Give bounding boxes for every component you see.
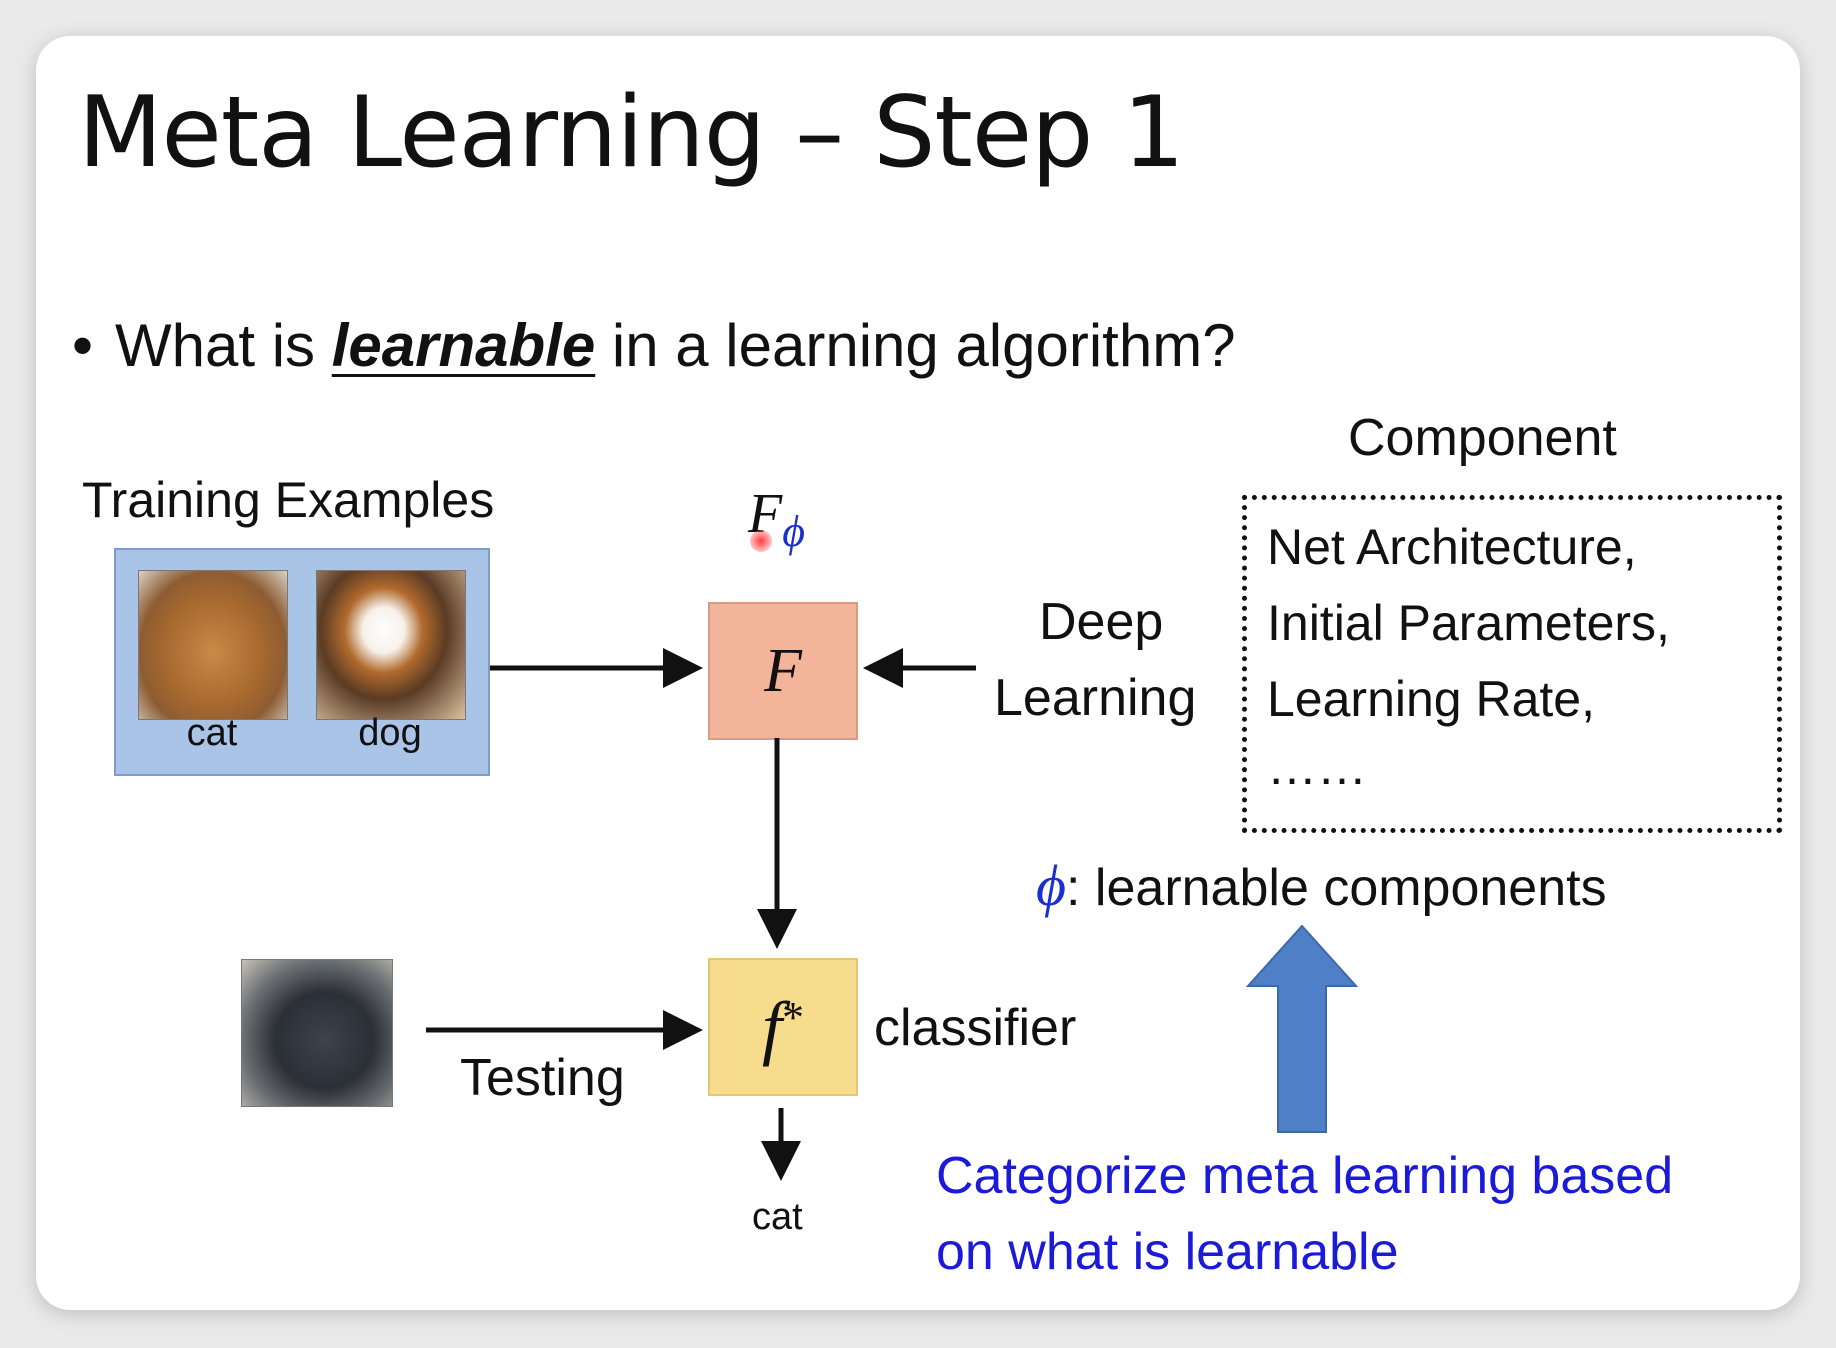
slide: Meta Learning – Step 1 • What is learnabl… <box>36 36 1800 1310</box>
slide-title: Meta Learning – Step 1 <box>78 76 1185 190</box>
dog-photo <box>316 570 466 720</box>
bullet-emphasis: learnable <box>331 312 596 379</box>
phi-note: ϕ: learnable components <box>1036 852 1607 919</box>
classifier-box: f * <box>708 958 858 1096</box>
component-item: …… <box>1267 739 1367 795</box>
component-item: Learning Rate, <box>1267 671 1596 727</box>
component-heading: Component <box>1348 409 1617 467</box>
learning-label: Learning <box>994 669 1197 727</box>
component-item: Net Architecture, <box>1267 519 1637 575</box>
bullet-suffix: in a learning algorithm? <box>595 312 1236 379</box>
bullet-dot: • <box>72 312 94 379</box>
test-cat-photo <box>241 959 393 1107</box>
cat-label: cat <box>186 712 238 754</box>
testing-label: Testing <box>460 1049 625 1107</box>
cat-photo <box>138 570 288 720</box>
classifier-label: classifier <box>874 999 1077 1057</box>
categorize-note-line1: Categorize meta learning based <box>936 1147 1674 1205</box>
bullet-prefix: What is <box>115 312 332 379</box>
learner-symbol: F <box>764 636 802 705</box>
training-examples-panel: cat dog <box>114 548 490 776</box>
bullet-question: • What is learnable in a learning algorit… <box>72 311 1236 380</box>
phi-symbol: ϕ <box>1036 853 1067 918</box>
classifier-star: * <box>782 992 804 1042</box>
cursor-pointer-icon <box>750 530 772 552</box>
phi-note-text: : learnable components <box>1066 859 1607 917</box>
component-item: Initial Parameters, <box>1267 595 1670 651</box>
f-phi-sub: ϕ <box>782 507 805 556</box>
big-up-arrow-icon <box>1245 924 1359 1133</box>
deep-label: Deep <box>1039 593 1164 651</box>
classifier-symbol: f <box>761 986 782 1067</box>
dog-label: dog <box>358 712 422 754</box>
component-box: Net Architecture, Initial Parameters, Le… <box>1242 495 1782 833</box>
categorize-note-line2: on what is learnable <box>936 1223 1399 1281</box>
training-examples-label: Training Examples <box>82 472 495 528</box>
learner-box: F <box>708 602 858 740</box>
output-label: cat <box>752 1196 803 1238</box>
